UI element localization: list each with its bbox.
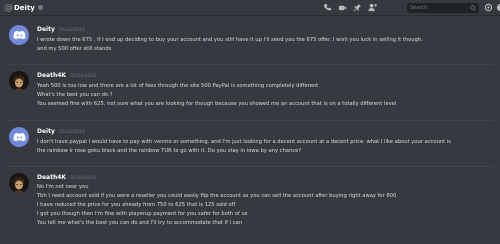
header-toolbar	[323, 3, 377, 12]
search-icon	[470, 5, 476, 11]
search-input[interactable]: Search	[407, 3, 479, 13]
message-text: I have reduced the price for you already…	[37, 202, 236, 208]
message-timestamp: 05/24/2018	[70, 176, 96, 181]
add-friend-icon[interactable]	[368, 3, 377, 12]
at-icon: @	[4, 2, 13, 13]
message-text: What's the best you can do ?	[37, 92, 113, 98]
message-timestamp: 05/24/2018	[58, 28, 85, 33]
avatar[interactable]	[9, 25, 29, 45]
message-text: I don't have paypal I would have to pay …	[37, 139, 451, 145]
pin-icon[interactable]	[353, 3, 362, 12]
avatar[interactable]	[9, 127, 29, 147]
anime-avatar-icon	[9, 71, 29, 91]
author-name[interactable]: Deity	[37, 128, 55, 135]
message-text: the rainbow ir rose goku black and the r…	[37, 148, 302, 154]
avatar[interactable]	[9, 173, 29, 193]
discord-logo-icon	[12, 31, 26, 40]
message-text: No I'm not near you	[37, 184, 89, 190]
header-right-icons: ?	[484, 3, 500, 12]
message-author[interactable]: Deity 05/24/2018	[37, 128, 85, 135]
author-name[interactable]: Deity	[37, 26, 55, 33]
author-name[interactable]: Death4K	[37, 174, 66, 181]
avatar[interactable]	[9, 71, 29, 91]
message-timestamp: 05/24/2018	[58, 130, 85, 135]
message-divider	[8, 120, 494, 121]
video-call-icon[interactable]	[338, 3, 347, 12]
message-author[interactable]: Death4K 05/24/2018	[37, 174, 96, 181]
search-placeholder: Search	[410, 5, 428, 11]
message-text: I got you though then I'm fine with play…	[37, 211, 248, 217]
voice-call-icon[interactable]	[323, 3, 332, 12]
message-author[interactable]: Death4K 05/24/2018	[37, 72, 96, 79]
status-indicator	[37, 5, 43, 10]
author-name[interactable]: Death4K	[37, 72, 66, 79]
message-text: Yeah 500 is too low and there are a lot …	[37, 83, 319, 89]
message-divider	[8, 64, 494, 65]
message-divider	[8, 166, 494, 167]
mentions-icon[interactable]	[484, 3, 493, 12]
message-text: You seemed fine with 625, not sure what …	[37, 101, 397, 107]
help-icon[interactable]: ?	[496, 3, 500, 12]
message-timestamp: 05/24/2018	[70, 74, 96, 79]
message-text: and my 500 offer still stands	[37, 46, 112, 52]
channel-title: Deity	[14, 3, 35, 12]
message-text: I wrote down the 675 . If I end up decid…	[37, 37, 423, 43]
anime-avatar-icon	[9, 173, 29, 193]
message-text: Tbh I need account sold if you were a re…	[37, 193, 397, 199]
message-author[interactable]: Deity 05/24/2018	[37, 26, 85, 33]
discord-logo-icon	[12, 133, 26, 142]
message-text: You tell me what's the best you can do a…	[37, 220, 242, 226]
